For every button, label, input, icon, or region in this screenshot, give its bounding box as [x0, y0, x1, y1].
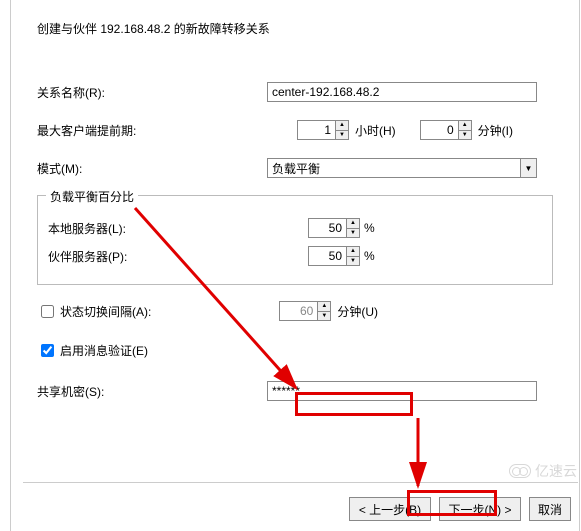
spinner-up-icon[interactable]: ▲ [459, 121, 471, 131]
state-interval-input [279, 301, 317, 321]
spinner-down-icon: ▼ [318, 312, 330, 321]
row-relation-name: 关系名称(R): [37, 81, 553, 103]
loadbalance-group: 负载平衡百分比 本地服务器(L): ▲ ▼ % 伙伴服务器(P): ▲ [37, 195, 553, 285]
row-local-server: 本地服务器(L): ▲ ▼ % [48, 218, 542, 238]
spinner-up-icon[interactable]: ▲ [347, 219, 359, 229]
row-state-switch: 状态切换间隔(A): ▲ ▼ 分钟(U) [37, 301, 553, 321]
label-msg-auth: 启用消息验证(E) [60, 342, 148, 359]
label-state-switch: 状态切换间隔(A): [60, 303, 151, 320]
lead-hours-input[interactable] [297, 120, 335, 140]
local-pct-spinner[interactable]: ▲ ▼ [308, 218, 360, 238]
row-msg-auth: 启用消息验证(E) [37, 341, 553, 360]
dialog-panel: 创建与伙伴 192.168.48.2 的新故障转移关系 关系名称(R): 最大客… [10, 0, 580, 531]
state-interval-spinner: ▲ ▼ [279, 301, 331, 321]
next-button[interactable]: 下一步(N) > [439, 497, 521, 521]
row-max-lead: 最大客户端提前期: ▲ ▼ 小时(H) ▲ ▼ 分钟(I) [37, 119, 553, 141]
dropdown-arrow-icon[interactable]: ▼ [520, 159, 536, 177]
label-mode: 模式(M): [37, 160, 267, 177]
local-pct-input[interactable] [308, 218, 346, 238]
spinner-up-icon[interactable]: ▲ [347, 247, 359, 257]
lead-minutes-spinner[interactable]: ▲ ▼ [420, 120, 472, 140]
label-max-lead: 最大客户端提前期: [37, 122, 267, 139]
lead-minutes-input[interactable] [420, 120, 458, 140]
state-switch-checkbox[interactable] [41, 305, 54, 318]
relation-name-input[interactable] [267, 82, 537, 102]
label-hours: 小时(H) [355, 122, 396, 139]
msg-auth-checkbox[interactable] [41, 344, 54, 357]
mode-selected-value: 负载平衡 [272, 160, 320, 177]
partner-pct-spinner[interactable]: ▲ ▼ [308, 246, 360, 266]
spinner-down-icon[interactable]: ▼ [347, 257, 359, 266]
dialog-title: 创建与伙伴 192.168.48.2 的新故障转移关系 [37, 20, 553, 37]
spinner-down-icon[interactable]: ▼ [347, 229, 359, 238]
label-minutes: 分钟(I) [478, 122, 513, 139]
loadbalance-group-title: 负载平衡百分比 [46, 188, 138, 205]
spinner-down-icon[interactable]: ▼ [459, 131, 471, 140]
label-partner-server: 伙伴服务器(P): [48, 248, 308, 265]
partner-pct-input[interactable] [308, 246, 346, 266]
spinner-up-icon: ▲ [318, 302, 330, 312]
content-area: 创建与伙伴 192.168.48.2 的新故障转移关系 关系名称(R): 最大客… [11, 0, 579, 402]
back-button[interactable]: < 上一步(B) [349, 497, 431, 521]
lead-hours-spinner[interactable]: ▲ ▼ [297, 120, 349, 140]
row-shared-secret: 共享机密(S): [37, 380, 553, 402]
percent-label: % [364, 249, 375, 263]
row-mode: 模式(M): 负载平衡 ▼ [37, 157, 553, 179]
mode-select[interactable]: 负载平衡 ▼ [267, 158, 537, 178]
label-relation-name: 关系名称(R): [37, 84, 267, 101]
label-shared-secret: 共享机密(S): [37, 383, 267, 400]
wizard-button-row: < 上一步(B) 下一步(N) > 取消 [349, 497, 571, 521]
label-local-server: 本地服务器(L): [48, 220, 308, 237]
row-partner-server: 伙伴服务器(P): ▲ ▼ % [48, 246, 542, 266]
label-state-minutes: 分钟(U) [337, 303, 378, 320]
spinner-down-icon[interactable]: ▼ [336, 131, 348, 140]
spinner-up-icon[interactable]: ▲ [336, 121, 348, 131]
cancel-button[interactable]: 取消 [529, 497, 571, 521]
button-divider [23, 482, 578, 483]
percent-label: % [364, 221, 375, 235]
shared-secret-input[interactable] [267, 381, 537, 401]
